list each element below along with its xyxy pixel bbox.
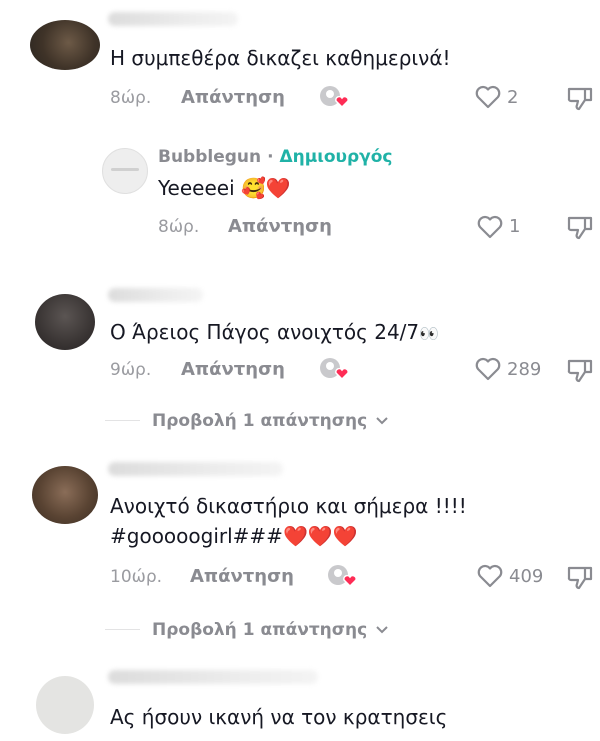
username-blurred[interactable] bbox=[108, 670, 318, 684]
comment-text-line1: Ανοιχτό δικαστήριο και σήμερα !!!! bbox=[110, 494, 467, 518]
divider-line bbox=[105, 420, 140, 421]
creator-liked-heart-icon bbox=[318, 356, 352, 382]
divider-line bbox=[105, 629, 140, 630]
avatar[interactable] bbox=[35, 294, 95, 350]
reply-button[interactable]: Απάντηση bbox=[190, 566, 294, 588]
reply-button[interactable]: Απάντηση bbox=[181, 87, 285, 109]
creator-liked-heart-icon bbox=[318, 84, 352, 110]
comment-text: Ο Άρειος Πάγος ανοιχτός 24/7👀 bbox=[110, 318, 439, 348]
like-count: 2 bbox=[507, 87, 519, 108]
view-replies-label: Προβολή 1 απάντησης bbox=[152, 411, 368, 431]
avatar[interactable] bbox=[32, 466, 98, 524]
thumbs-down-icon[interactable] bbox=[566, 356, 594, 384]
heart-outline-icon[interactable] bbox=[474, 356, 502, 382]
chevron-down-icon bbox=[375, 619, 389, 641]
comment-text: Ας ήσουν ικανή να τον κρατησεις bbox=[110, 705, 448, 729]
reply-button[interactable]: Απάντηση bbox=[181, 359, 285, 381]
thumbs-down-icon[interactable] bbox=[566, 213, 594, 241]
reply-emoji: 🥰❤️ bbox=[241, 176, 291, 200]
comment-hashtag[interactable]: #gooooogirl### bbox=[110, 524, 283, 548]
like-count: 1 bbox=[509, 216, 521, 237]
hearts-emoji: ❤️❤️❤️ bbox=[282, 524, 358, 548]
thumbs-down-icon[interactable] bbox=[566, 563, 594, 591]
avatar[interactable] bbox=[102, 148, 148, 194]
thumbs-down-icon[interactable] bbox=[566, 84, 594, 112]
reply-time: 8ώρ. bbox=[158, 217, 200, 237]
reply-text: Yeeeeei 🥰❤️ bbox=[158, 174, 291, 202]
separator: · bbox=[267, 147, 274, 167]
view-replies-button[interactable]: Προβολή 1 απάντησης bbox=[152, 619, 389, 641]
comment-time: 8ώρ. bbox=[110, 88, 152, 108]
comment-text-line2: #gooooogirl###❤️❤️❤️ bbox=[110, 522, 358, 550]
like-count: 409 bbox=[509, 566, 544, 587]
creator-badge: Δημιουργός bbox=[279, 147, 393, 167]
username-blurred[interactable] bbox=[108, 288, 203, 302]
reply-button[interactable]: Απάντηση bbox=[228, 216, 332, 238]
username-blurred[interactable] bbox=[108, 462, 283, 476]
heart-outline-icon[interactable] bbox=[476, 563, 504, 589]
creator-liked-heart-icon bbox=[326, 563, 360, 589]
like-count: 289 bbox=[507, 359, 542, 380]
avatar[interactable] bbox=[36, 676, 94, 734]
comment-text-content: Ο Άρειος Πάγος ανοιχτός 24/7 bbox=[110, 320, 420, 344]
view-replies-button[interactable]: Προβολή 1 απάντησης bbox=[152, 410, 389, 432]
view-replies-label: Προβολή 1 απάντησης bbox=[152, 620, 368, 640]
username-blurred[interactable] bbox=[108, 12, 238, 26]
reply-author[interactable]: Bubblegun · Δημιουργός bbox=[158, 146, 393, 168]
avatar[interactable] bbox=[30, 20, 100, 70]
comment-time: 10ώρ. bbox=[110, 567, 163, 587]
comment-text: Η συμπεθέρα δικαζει καθημερινά! bbox=[110, 46, 451, 70]
eyes-emoji: 👀 bbox=[419, 324, 440, 343]
heart-outline-icon[interactable] bbox=[476, 214, 504, 240]
heart-outline-icon[interactable] bbox=[474, 84, 502, 110]
reply-text-content: Yeeeeei bbox=[158, 176, 235, 200]
author-name[interactable]: Bubblegun bbox=[158, 147, 261, 167]
comment-time: 9ώρ. bbox=[110, 360, 152, 380]
chevron-down-icon bbox=[375, 410, 389, 432]
